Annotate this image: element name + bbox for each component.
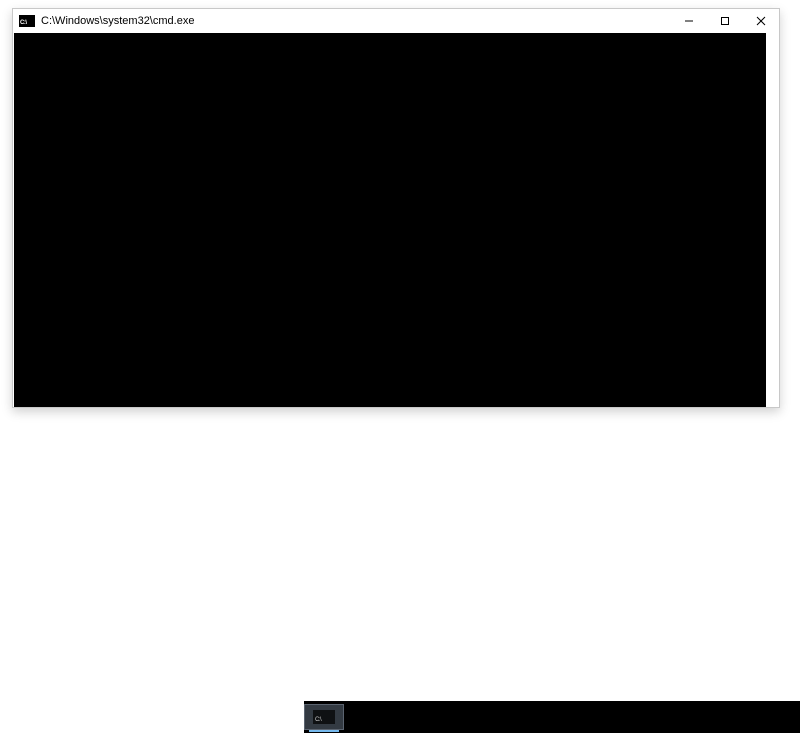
cmd-icon: C:\ xyxy=(313,710,335,724)
cmd-window: C:\ C:\Windows\system32\cmd.exe xyxy=(12,8,780,408)
window-title: C:\Windows\system32\cmd.exe xyxy=(41,15,194,27)
close-button[interactable] xyxy=(743,9,779,33)
taskbar-item-cmd[interactable]: C:\ xyxy=(304,704,344,730)
console-output[interactable] xyxy=(14,33,766,407)
minimize-icon xyxy=(684,16,694,26)
cmd-icon: C:\ xyxy=(19,15,35,27)
minimize-button[interactable] xyxy=(671,9,707,33)
maximize-button[interactable] xyxy=(707,9,743,33)
titlebar[interactable]: C:\ C:\Windows\system32\cmd.exe xyxy=(13,9,779,33)
maximize-icon xyxy=(720,16,730,26)
close-icon xyxy=(756,16,766,26)
taskbar[interactable]: C:\ xyxy=(304,701,800,733)
